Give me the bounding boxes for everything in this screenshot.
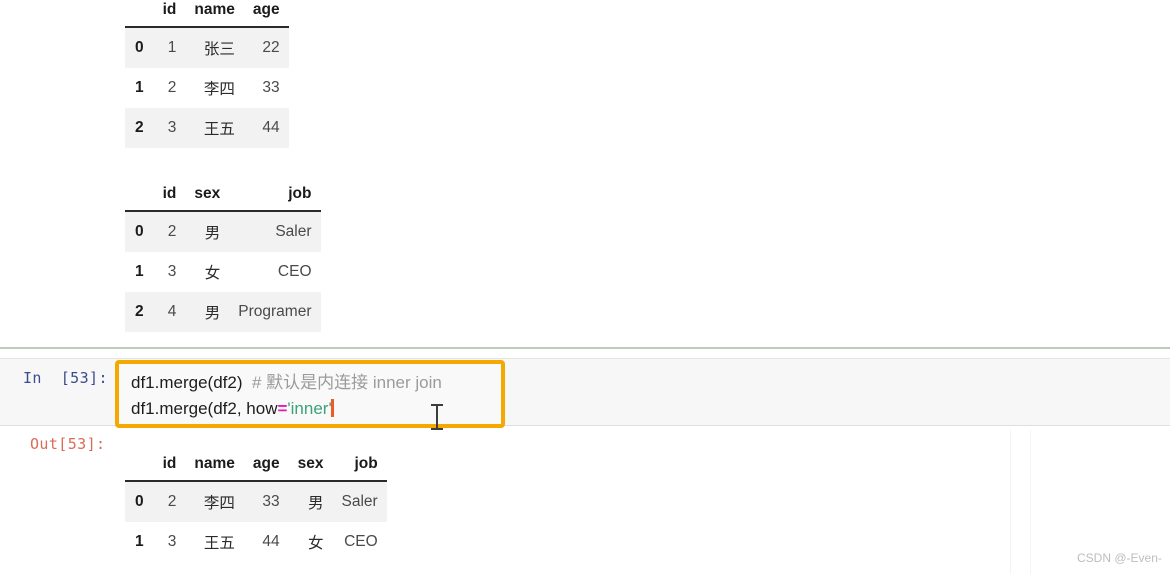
cell-divider xyxy=(0,347,1170,349)
csdn-watermark: CSDN @-Even- xyxy=(1077,551,1162,565)
table-cell: CEO xyxy=(344,533,378,550)
table-row: 2 3 王五 44 xyxy=(125,108,289,148)
table-cell: 3 xyxy=(167,119,177,136)
table-row: 0 2 李四 33 男 Saler xyxy=(125,481,387,522)
table-row: 1 3 女 CEO xyxy=(125,252,321,292)
code-line-1: df1.merge(df2) # 默认是内连接 inner join xyxy=(131,370,491,396)
merge-output-table: id name age sex job 0 2 李四 33 男 Saler 1 3 王五 44 女 CEO xyxy=(125,452,387,562)
row-index: 2 xyxy=(135,119,144,136)
table-row: 1 2 李四 33 xyxy=(125,68,289,108)
table-cell: 2 xyxy=(167,493,177,510)
table-cell: 3 xyxy=(167,533,177,550)
column-header: id xyxy=(153,182,186,212)
column-header: job xyxy=(229,182,321,212)
code-string: 'inner' xyxy=(287,399,332,418)
page-edge-line-left xyxy=(1010,430,1011,574)
table-row: 2 4 男 Programer xyxy=(125,292,321,332)
code-comment-1: # 默认是内连接 inner join xyxy=(251,373,442,392)
table-cell: Saler xyxy=(341,493,378,510)
mouse-ibeam-cursor xyxy=(431,404,443,430)
table-cell: 4 xyxy=(167,303,177,320)
code-call-2: df1.merge(df2, how xyxy=(131,399,278,418)
table-cell: 王五 xyxy=(203,534,235,552)
df2-table: id sex job 0 2 男 Saler 1 3 女 CEO 2 4 男 Programer xyxy=(125,182,321,332)
row-index: 0 xyxy=(135,493,144,510)
column-header: age xyxy=(243,452,289,482)
code-call-1: df1.merge(df2) xyxy=(131,373,243,392)
table-cell: CEO xyxy=(277,263,312,280)
column-header: name xyxy=(185,452,244,482)
table-cell: 44 xyxy=(262,533,280,550)
table-cell: 男 xyxy=(204,304,221,322)
table-cell: Programer xyxy=(238,303,312,320)
table-cell: 男 xyxy=(307,494,324,512)
table-header-row: id sex job xyxy=(125,182,321,212)
table-cell: 王五 xyxy=(203,120,235,138)
table-cell: 李四 xyxy=(203,80,235,98)
table-row: 0 2 男 Saler xyxy=(125,211,321,252)
out-prompt: Out[53]: xyxy=(30,435,106,453)
row-index: 1 xyxy=(135,533,144,550)
table-row: 0 1 张三 22 xyxy=(125,27,289,68)
row-index: 1 xyxy=(135,79,144,96)
code-operator: = xyxy=(277,399,288,418)
column-header: name xyxy=(185,0,244,28)
column-header: id xyxy=(153,452,186,482)
row-index: 0 xyxy=(135,39,144,56)
code-editor-highlight[interactable]: df1.merge(df2) # 默认是内连接 inner join df1.m… xyxy=(115,360,505,428)
row-index: 1 xyxy=(135,263,144,280)
table-cell: 李四 xyxy=(203,494,235,512)
column-header: job xyxy=(332,452,387,482)
table-cell: 3 xyxy=(167,263,177,280)
column-header: age xyxy=(243,0,289,28)
table-cell: 1 xyxy=(167,39,177,56)
table-header-row: id name age xyxy=(125,0,289,28)
merge-output-table: id name age sex job 0 2 李四 33 男 Saler 1 3 王五 44 女 CEO xyxy=(125,452,387,562)
table-header-row: id name age sex job xyxy=(125,452,387,482)
table-cell: 2 xyxy=(167,79,177,96)
table-index-header xyxy=(125,182,154,212)
table-index-header xyxy=(125,452,154,482)
column-header: sex xyxy=(185,182,230,212)
text-caret xyxy=(330,399,334,417)
in-prompt: In [53]: xyxy=(23,369,108,387)
df1-table: id name age 0 1 张三 22 1 2 李四 33 2 3 王五 44 xyxy=(125,0,289,148)
table-cell: 男 xyxy=(204,224,221,242)
table-cell: 33 xyxy=(262,493,280,510)
column-header: id xyxy=(153,0,186,28)
page-edge-line-right xyxy=(1030,430,1031,574)
column-header: sex xyxy=(288,452,333,482)
table-cell: 44 xyxy=(262,119,280,136)
table-row: 1 3 王五 44 女 CEO xyxy=(125,522,387,562)
table-cell: 女 xyxy=(307,534,324,552)
table-cell: 女 xyxy=(204,264,221,282)
row-index: 0 xyxy=(135,223,144,240)
row-index: 2 xyxy=(135,303,144,320)
table-cell: 张三 xyxy=(203,40,235,58)
df1-table: id name age 0 1 张三 22 1 2 李四 33 2 3 王五 44 xyxy=(125,0,289,148)
table-cell: 22 xyxy=(262,39,280,56)
table-index-header xyxy=(125,0,154,28)
df2-table: id sex job 0 2 男 Saler 1 3 女 CEO 2 4 男 Programer xyxy=(125,182,321,332)
table-cell: 33 xyxy=(262,79,280,96)
table-cell: Saler xyxy=(275,223,312,240)
table-cell: 2 xyxy=(167,223,177,240)
